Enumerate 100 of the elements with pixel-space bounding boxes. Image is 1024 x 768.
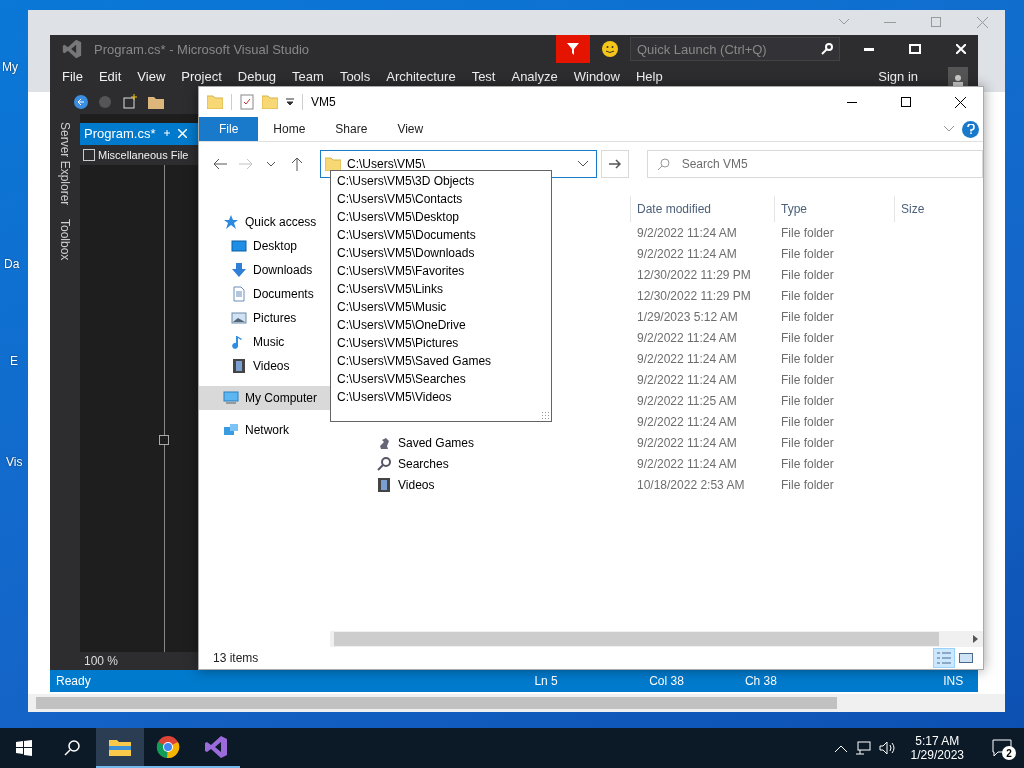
suggestion-item[interactable]: C:\Users\VM5\Favorites (331, 262, 551, 280)
menu-item[interactable]: Tools (339, 69, 371, 84)
suggestion-item[interactable]: C:\Users\VM5\OneDrive (331, 316, 551, 334)
menu-item[interactable]: View (137, 69, 166, 84)
status-text: Col 38 (649, 674, 685, 688)
menu-item[interactable]: Window (573, 69, 620, 84)
suggestion-item[interactable]: C:\Users\VM5\Videos (331, 388, 551, 406)
side-tab[interactable]: Toolbox (58, 219, 72, 261)
suggestion-item[interactable]: C:\Users\VM5\Saved Games (331, 352, 551, 370)
menu-item[interactable]: Project (181, 69, 222, 84)
nav-pane-item[interactable]: Pictures (199, 306, 330, 330)
date-cell-text: 9/2/2022 11:24 AM (636, 225, 738, 240)
type-cell-text: File folder (780, 246, 835, 261)
date-cell-text: 9/2/2022 11:24 AM (636, 330, 738, 345)
chevron-up-icon[interactable] (834, 744, 847, 752)
notifications-button[interactable]: 2 (980, 728, 1024, 768)
feedback-filter-button[interactable] (556, 35, 590, 63)
nav-pane-item[interactable]: Desktop (199, 234, 330, 258)
suggestion-item[interactable]: C:\Users\VM5\Contacts (331, 190, 551, 208)
quick-launch-field[interactable]: Quick Launch (Ctrl+Q) (630, 37, 840, 61)
sign-in-link[interactable]: Sign in (878, 69, 918, 84)
speech-bubble-icon (992, 739, 1012, 757)
type-cell-text: File folder (780, 267, 835, 282)
help-button[interactable] (962, 120, 979, 138)
file-name[interactable]: Saved Games (398, 435, 475, 450)
menu-item[interactable]: Architecture (386, 69, 456, 84)
column-header[interactable]: Size (894, 196, 974, 222)
windows-logo-icon (16, 740, 32, 756)
column-header[interactable]: Date modified (630, 196, 774, 222)
ribbon-tab[interactable]: File (199, 117, 259, 141)
nav-pane-item[interactable]: Music (199, 330, 330, 354)
visual-studio-logo-icon (62, 39, 82, 59)
suggestion-item[interactable]: C:\Users\VM5\Downloads (331, 244, 551, 262)
close-icon (956, 44, 966, 54)
dropdown-caret-icon[interactable] (286, 98, 294, 106)
nav-pane-item[interactable]: My Computer (199, 386, 330, 410)
nav-pane-item[interactable]: Network (199, 418, 330, 442)
desktop-icon-label[interactable]: Vis (6, 455, 23, 469)
pin-icon[interactable] (161, 128, 172, 138)
desktop-icon-label[interactable]: E (10, 354, 18, 368)
status-text: Ch 38 (744, 674, 778, 688)
navigation-bar[interactable]: Miscellaneous File (80, 143, 198, 165)
suggestion-item[interactable]: C:\Users\VM5\Links (331, 280, 551, 298)
go-button[interactable] (600, 150, 629, 178)
clock[interactable]: 5:17 AM 1/29/2023 (902, 734, 972, 762)
search-field[interactable]: Search VM5 (646, 150, 983, 178)
status-text: INS (943, 674, 965, 688)
film-icon (231, 358, 247, 374)
menu-item[interactable]: File (62, 69, 83, 84)
file-name[interactable]: Videos (398, 477, 435, 492)
type-cell-text: File folder (780, 288, 835, 303)
open-folder-icon[interactable] (148, 95, 164, 109)
horizontal-scrollbar[interactable] (330, 631, 983, 647)
nav-pane-item[interactable]: Downloads (199, 258, 330, 282)
menu-item[interactable]: Team (292, 69, 324, 84)
menu-item[interactable]: Edit (98, 69, 122, 84)
chevron-down-icon[interactable] (577, 161, 588, 167)
left-arrow-icon (212, 158, 227, 170)
avatar-button[interactable] (948, 66, 968, 87)
taskbar-app-button[interactable] (96, 728, 144, 768)
suggestion-item[interactable]: C:\Users\VM5\Pictures (331, 334, 551, 352)
down-arrow-icon (231, 262, 247, 278)
column-header[interactable]: Type (774, 196, 894, 222)
nav-pane-item[interactable]: Quick access (199, 210, 330, 234)
type-cell-text: File folder (780, 351, 835, 366)
chevron-down-icon (267, 161, 276, 167)
desktop-icon-label[interactable]: Da (4, 257, 20, 271)
horizontal-scrollbar[interactable] (28, 694, 1005, 712)
document-icon (231, 286, 247, 302)
file-name[interactable]: Searches (398, 456, 449, 471)
folder-icon (207, 95, 223, 109)
nav-pane-item[interactable]: Videos (199, 354, 330, 378)
ribbon-tab[interactable]: View (382, 117, 439, 141)
desktop-icon-label[interactable]: My (2, 60, 18, 74)
menu-item[interactable]: Test (471, 69, 496, 84)
right-arrow-icon (238, 158, 253, 170)
side-tab[interactable]: Server Explorer (58, 122, 72, 206)
menu-item[interactable]: Help (635, 69, 663, 84)
date-cell-text: 9/2/2022 11:24 AM (636, 414, 738, 429)
suggestion-item[interactable]: C:\Users\VM5\Desktop (331, 208, 551, 226)
scroll-right-icon[interactable] (973, 635, 979, 643)
maximize-icon (901, 97, 911, 107)
back-icon[interactable] (74, 95, 88, 109)
speaker-icon[interactable] (878, 741, 895, 755)
ribbon-tab[interactable]: Share (320, 117, 383, 141)
suggestion-item[interactable]: C:\Users\VM5\Searches (331, 370, 551, 388)
type-cell-text: File folder (780, 330, 835, 345)
ribbon-tab[interactable]: Home (258, 117, 321, 141)
new-project-icon[interactable] (122, 94, 138, 110)
network-icon[interactable] (854, 741, 871, 755)
nav-pane-item[interactable]: Documents (199, 282, 330, 306)
suggestion-item[interactable]: C:\Users\VM5\Music (331, 298, 551, 316)
properties-icon[interactable] (240, 94, 254, 110)
menu-item[interactable]: Analyze (511, 69, 558, 84)
suggestion-item[interactable]: C:\Users\VM5\Documents (331, 226, 551, 244)
menu-item[interactable]: Debug (237, 69, 277, 84)
type-cell-text: File folder (780, 456, 835, 471)
smiley-icon[interactable] (602, 41, 618, 57)
minimize-icon (864, 47, 874, 51)
document-tab[interactable]: Program.cs* (80, 123, 198, 143)
